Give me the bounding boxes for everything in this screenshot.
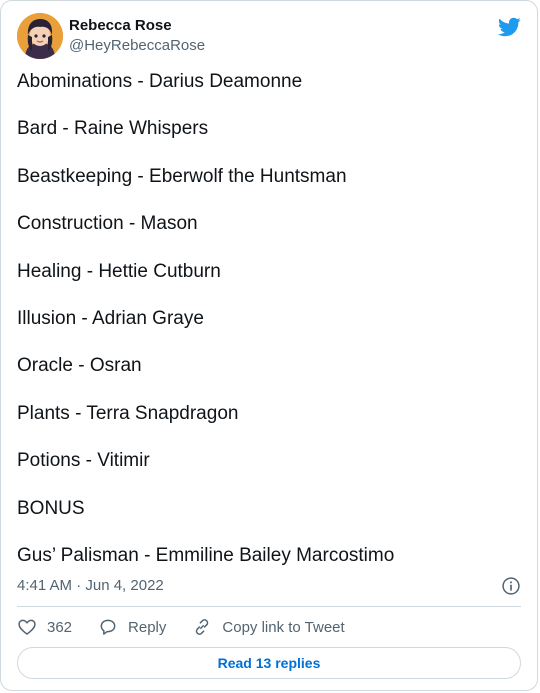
- read-replies-button[interactable]: Read 13 replies: [17, 647, 521, 679]
- tweet-line: Beastkeeping - Eberwolf the Huntsman: [17, 165, 347, 187]
- tweet-header: Rebecca Rose @HeyRebeccaRose: [17, 13, 521, 61]
- like-count: 362: [47, 618, 73, 636]
- like-button[interactable]: 362: [17, 617, 72, 637]
- tweet-line: Oracle - Osran: [17, 355, 142, 377]
- tweet-timestamp[interactable]: 4:41 AM · Jun 4, 2022: [17, 577, 164, 594]
- link-icon: [196, 619, 209, 635]
- tweet-line: Plants - Terra Snapdragon: [17, 402, 239, 424]
- tweet-meta: 4:41 AM · Jun 4, 2022: [17, 577, 521, 597]
- twitter-bird-icon[interactable]: [497, 15, 521, 39]
- heart-icon: [18, 619, 36, 635]
- tweet-card: Rebecca Rose @HeyRebeccaRose Abomination…: [0, 0, 538, 691]
- info-icon[interactable]: [501, 576, 521, 596]
- avatar[interactable]: [17, 13, 63, 59]
- copy-link-button[interactable]: Copy link to Tweet: [192, 617, 345, 637]
- reply-icon: [100, 619, 116, 635]
- avatar-image: [17, 13, 63, 59]
- tweet-line: Construction - Mason: [17, 213, 198, 235]
- tweet-line: Potions - Vitimir: [17, 450, 150, 472]
- action-bar: 362 Reply Copy link to Tweet: [17, 616, 521, 638]
- author-handle[interactable]: @HeyRebeccaRose: [69, 36, 205, 56]
- reply-button[interactable]: Reply: [98, 617, 166, 637]
- author-names: Rebecca Rose @HeyRebeccaRose: [69, 16, 205, 56]
- tweet-line: Healing - Hettie Cutburn: [17, 260, 221, 282]
- author-display-name[interactable]: Rebecca Rose: [69, 16, 205, 36]
- tweet-line: Illusion - Adrian Graye: [17, 307, 204, 329]
- reply-label: Reply: [128, 618, 167, 636]
- tweet-text: Abominations - Darius Deamonne Bard - Ra…: [17, 67, 521, 588]
- tweet-line: Abominations - Darius Deamonne: [17, 71, 303, 92]
- copy-link-label: Copy link to Tweet: [222, 618, 345, 636]
- divider: [17, 606, 521, 607]
- tweet-line: Gus’ Palisman - Emmiline Bailey Marcosti…: [17, 544, 395, 566]
- tweet-line: BONUS: [17, 497, 85, 519]
- tweet-line: Bard - Raine Whispers: [17, 118, 209, 140]
